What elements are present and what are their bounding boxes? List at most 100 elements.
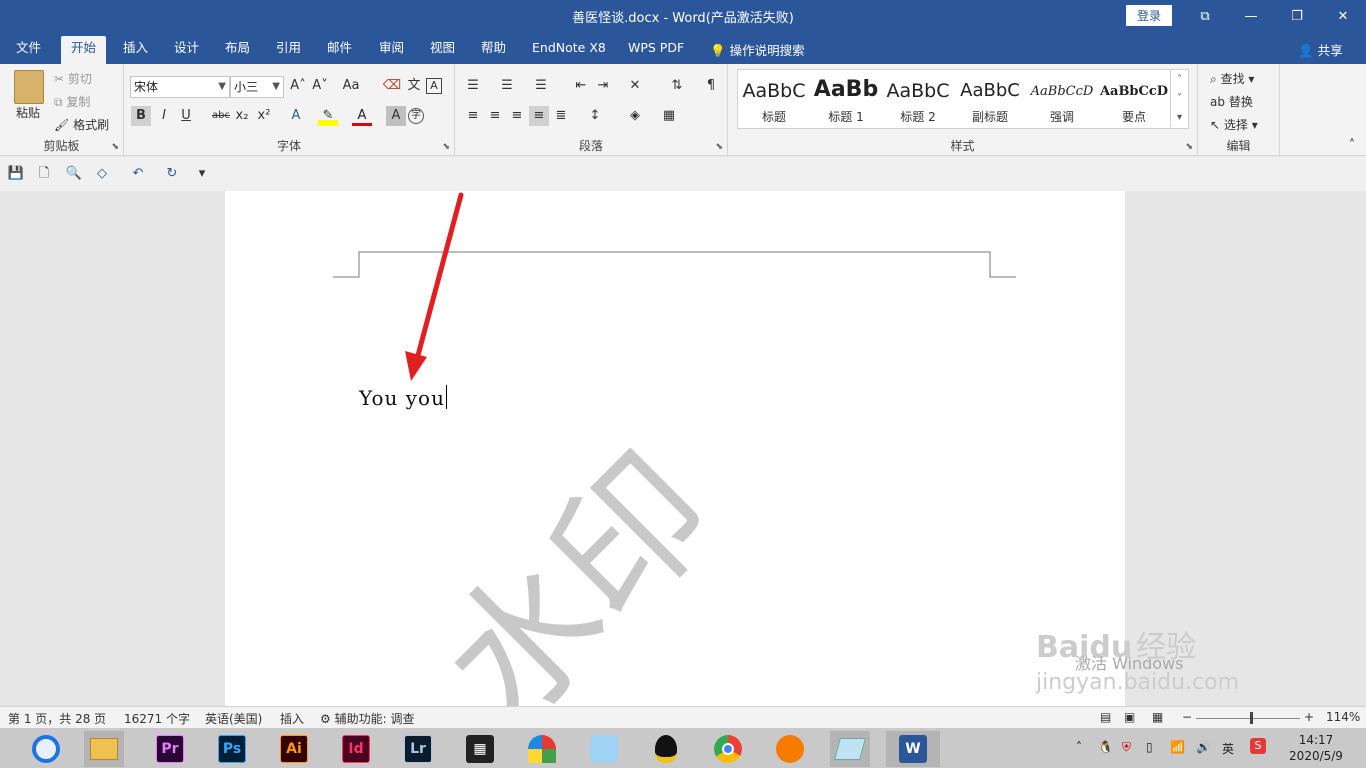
font-name-combo[interactable]: 宋体 ▼ bbox=[130, 76, 230, 98]
wifi-icon[interactable]: 📶 bbox=[1170, 740, 1185, 754]
show-hidden-icons[interactable]: ˄ bbox=[1076, 740, 1082, 754]
clock[interactable]: 14:17 2020/5/9 bbox=[1286, 732, 1346, 764]
find-button[interactable]: ⌕ 查找 ▾ bbox=[1210, 70, 1254, 87]
cut-button[interactable]: ✂ 剪切 bbox=[54, 70, 92, 87]
taskbar-notepad[interactable] bbox=[830, 731, 870, 767]
tab-home[interactable]: 开始 bbox=[61, 36, 107, 64]
change-case-icon[interactable]: Aa bbox=[338, 76, 364, 96]
numbering-icon[interactable]: ☰ bbox=[497, 76, 517, 96]
align-left-icon[interactable]: ≡ bbox=[463, 106, 483, 126]
taskbar-photoshop[interactable]: Ps bbox=[212, 731, 252, 767]
tab-mailings[interactable]: 邮件 bbox=[317, 36, 362, 64]
borders-icon[interactable]: ▦ bbox=[659, 106, 679, 126]
save-icon[interactable]: 💾 bbox=[6, 164, 26, 184]
print-layout-icon[interactable]: ▣ bbox=[1124, 710, 1135, 724]
zoom-in-button[interactable]: + bbox=[1304, 710, 1314, 724]
web-layout-icon[interactable]: ▦ bbox=[1152, 710, 1163, 724]
tab-review[interactable]: 审阅 bbox=[369, 36, 414, 64]
maximize-button[interactable]: ❐ bbox=[1274, 0, 1320, 32]
dialog-launcher-icon[interactable]: ⬊ bbox=[111, 142, 119, 152]
zoom-out-button[interactable]: − bbox=[1182, 710, 1192, 724]
style-subtitle[interactable]: AaBbC 副标题 bbox=[954, 70, 1026, 128]
paste-button[interactable]: 粘贴 bbox=[16, 104, 40, 121]
style-emphasis[interactable]: AaBbCcD 强调 bbox=[1026, 70, 1098, 128]
scroll-up-icon[interactable]: ˄ bbox=[1170, 70, 1188, 89]
new-document-icon[interactable]: 🗋 bbox=[34, 164, 54, 184]
taskbar-app-orange[interactable] bbox=[770, 731, 810, 767]
taskbar-word[interactable]: W bbox=[886, 731, 940, 767]
enclose-characters-icon[interactable]: 字 bbox=[408, 108, 424, 124]
highlight-icon[interactable]: ✎ bbox=[318, 106, 338, 126]
multilevel-list-icon[interactable]: ☰ bbox=[531, 76, 551, 96]
superscript-button[interactable]: x² bbox=[254, 106, 274, 126]
justify-icon[interactable]: ≡ bbox=[529, 106, 549, 126]
word-count[interactable]: 16271 个字 bbox=[124, 710, 190, 727]
document-body-text[interactable]: You you bbox=[359, 385, 447, 410]
tab-wps-pdf[interactable]: WPS PDF bbox=[618, 36, 694, 64]
style-heading-2[interactable]: AaBbC 标题 2 bbox=[882, 70, 954, 128]
show-marks-icon[interactable]: ¶ bbox=[701, 76, 721, 96]
tab-layout[interactable]: 布局 bbox=[215, 36, 260, 64]
strikethrough-button[interactable]: abc bbox=[208, 106, 234, 126]
decrease-indent-icon[interactable]: ⇤ bbox=[571, 76, 591, 96]
chinese-layout-icon[interactable]: ✕ bbox=[625, 76, 645, 96]
share-button[interactable]: 👤 共享 bbox=[1298, 40, 1343, 59]
taskbar-video-player[interactable]: ▦ bbox=[460, 731, 500, 767]
customize-qat-icon[interactable]: ▾ bbox=[192, 164, 212, 184]
bold-button[interactable]: B bbox=[131, 106, 151, 126]
taskbar-lightroom[interactable]: Lr bbox=[398, 731, 438, 767]
taskbar-app-umbrella[interactable] bbox=[522, 731, 562, 767]
page-count[interactable]: 第 1 页，共 28 页 bbox=[8, 710, 106, 727]
tab-file[interactable]: 文件 bbox=[6, 36, 51, 64]
underline-button[interactable]: U bbox=[176, 106, 196, 126]
text-effects-icon[interactable]: A bbox=[286, 106, 306, 126]
scroll-down-icon[interactable]: ˅ bbox=[1170, 89, 1188, 108]
security-tray-icon[interactable]: ⛨ bbox=[1122, 740, 1131, 755]
increase-indent-icon[interactable]: ⇥ bbox=[593, 76, 613, 96]
taskbar-file-explorer[interactable] bbox=[84, 731, 124, 767]
style-strong[interactable]: AaBbCcD 要点 bbox=[1098, 70, 1170, 128]
tab-endnote[interactable]: EndNote X8 bbox=[522, 36, 616, 64]
undo-icon[interactable]: ↶ bbox=[128, 164, 148, 184]
taskbar-illustrator[interactable]: Ai bbox=[274, 731, 314, 767]
font-size-combo[interactable]: 小三 ▼ bbox=[230, 76, 284, 98]
volume-icon[interactable]: 🔊 bbox=[1196, 740, 1211, 754]
shrink-font-icon[interactable]: A˅ bbox=[310, 76, 330, 96]
taskbar-premiere[interactable]: Pr bbox=[150, 731, 190, 767]
select-button[interactable]: ↖ 选择 ▾ bbox=[1210, 116, 1258, 133]
grow-font-icon[interactable]: A˄ bbox=[288, 76, 308, 96]
line-spacing-icon[interactable]: ↕ bbox=[585, 106, 605, 126]
dialog-launcher-icon[interactable]: ⬊ bbox=[715, 142, 723, 152]
clear-formatting-icon[interactable]: ⌫ bbox=[382, 76, 402, 96]
ribbon-display-options-icon[interactable]: ⧉ bbox=[1182, 0, 1228, 32]
distributed-icon[interactable]: ≣ bbox=[551, 106, 571, 126]
redo-icon[interactable]: ↻ bbox=[162, 164, 182, 184]
taskbar-chrome[interactable] bbox=[708, 731, 748, 767]
print-preview-icon[interactable]: 🔍 bbox=[64, 164, 84, 184]
accessibility-status[interactable]: ⚙ 辅助功能: 调查 bbox=[320, 710, 414, 727]
tab-design[interactable]: 设计 bbox=[164, 36, 209, 64]
collapse-ribbon-icon[interactable]: ˄ bbox=[1342, 136, 1362, 156]
sort-icon[interactable]: ⇅ bbox=[667, 76, 687, 96]
character-border-icon[interactable]: A bbox=[426, 78, 442, 94]
zoom-slider[interactable] bbox=[1196, 718, 1300, 719]
draw-shape-icon[interactable]: ◇ bbox=[92, 164, 112, 184]
tab-insert[interactable]: 插入 bbox=[113, 36, 158, 64]
copy-button[interactable]: ⧉ 复制 bbox=[54, 93, 90, 110]
taskbar-indesign[interactable]: Id bbox=[336, 731, 376, 767]
sogou-ime-icon[interactable]: S bbox=[1250, 738, 1266, 754]
tab-references[interactable]: 引用 bbox=[266, 36, 311, 64]
tell-me-search[interactable]: 💡 操作说明搜索 bbox=[710, 40, 805, 59]
taskbar-browser[interactable] bbox=[26, 731, 66, 767]
dialog-launcher-icon[interactable]: ⬊ bbox=[442, 142, 450, 152]
more-styles-icon[interactable]: ▾ bbox=[1170, 108, 1188, 127]
style-title[interactable]: AaBbC 标题 bbox=[738, 70, 810, 128]
network-icon[interactable]: ▯ bbox=[1146, 740, 1153, 754]
tab-help[interactable]: 帮助 bbox=[471, 36, 516, 64]
align-right-icon[interactable]: ≡ bbox=[507, 106, 527, 126]
align-center-icon[interactable]: ≡ bbox=[485, 106, 505, 126]
insert-mode[interactable]: 插入 bbox=[280, 710, 304, 727]
taskbar-qq[interactable] bbox=[646, 731, 686, 767]
zoom-level[interactable]: 114% bbox=[1326, 710, 1360, 724]
paste-icon[interactable] bbox=[14, 70, 44, 104]
